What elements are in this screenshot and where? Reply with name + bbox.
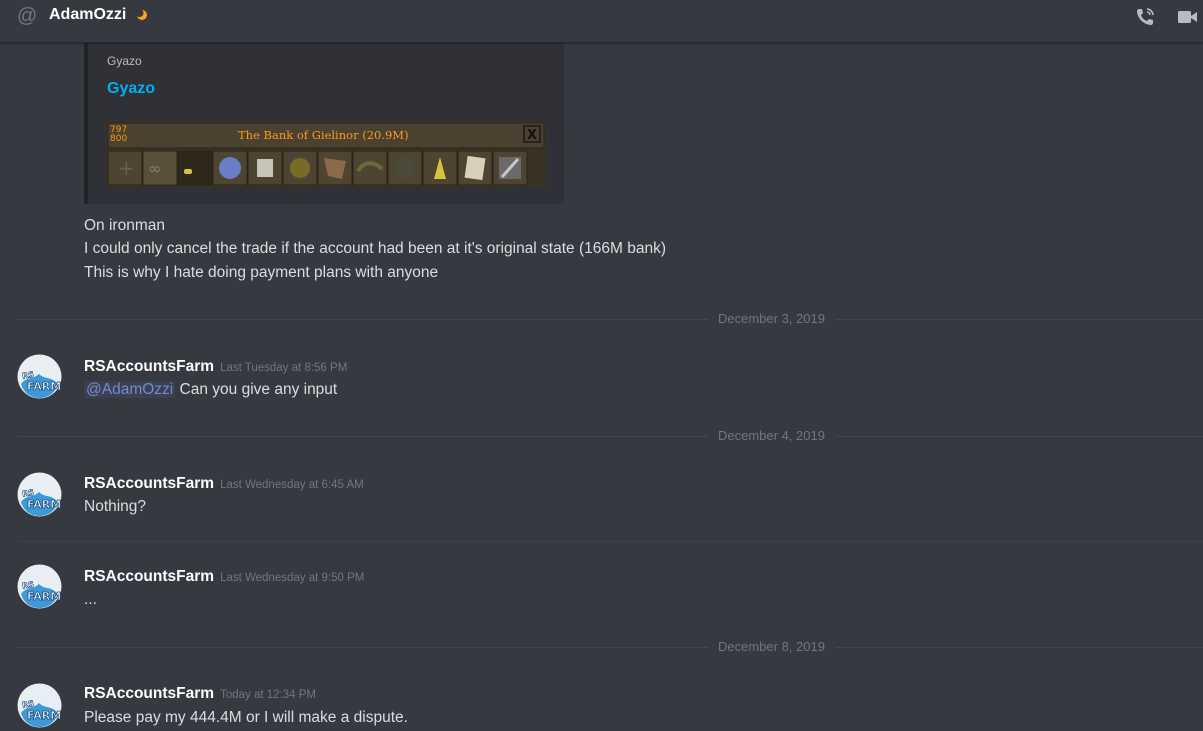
date-divider [18,319,1203,320]
bank-title: The Bank of Gielinor (20.9M) [238,128,409,142]
author-name[interactable]: RSAccountsFarm [84,568,214,585]
author-name[interactable]: RSAccountsFarm [84,475,214,492]
message-text: Please pay my 444.4M or I will make a di… [84,709,408,726]
message-timestamp: Last Tuesday at 8:56 PM [220,362,348,374]
bank-tabs: + ∞ [107,150,528,186]
moon-icon [136,9,147,20]
message-line: On ironman [84,217,165,234]
svg-text:FARM: FARM [27,590,61,603]
embed-title-link[interactable]: Gyazo [107,80,155,98]
message-header: RSAccountsFarm Last Wednesday at 6:45 AM [84,475,364,493]
date-divider-label: December 8, 2019 [708,639,835,655]
message-list: Gyazo Gyazo 797 800 The Bank of Gielinor… [0,43,1203,731]
message-timestamp: Today at 12:34 PM [220,689,316,701]
svg-text:FARM: FARM [27,498,61,511]
message-text: ... [84,591,97,608]
user-mention[interactable]: @AdamOzzi [84,381,176,398]
message-header: RSAccountsFarm Today at 12:34 PM [84,685,316,703]
date-divider-label: December 3, 2019 [708,311,835,327]
avatar[interactable]: RS FARM [17,354,62,399]
avatar[interactable]: RS FARM [17,564,62,609]
message-text: Can you give any input [179,381,338,398]
message-timestamp: Last Wednesday at 9:50 PM [220,572,365,584]
avatar[interactable]: RS FARM [17,472,62,517]
message-separator [18,541,1203,542]
message-header: RSAccountsFarm Last Tuesday at 8:56 PM [84,358,347,376]
dm-username[interactable]: AdamOzzi [49,6,126,24]
embed-provider: Gyazo [107,54,142,68]
message-header: RSAccountsFarm Last Wednesday at 9:50 PM [84,568,364,586]
svg-text:+: + [118,156,135,180]
avatar[interactable]: RS FARM [17,683,62,728]
bank-count-bottom: 800 [110,134,127,144]
embed-image[interactable]: 797 800 The Bank of Gielinor (20.9M) X +… [106,121,546,187]
bank-close: X [527,128,537,143]
channel-header: @ AdamOzzi [0,0,1203,43]
svg-text:FARM: FARM [27,380,61,393]
message-text: Nothing? [84,498,147,515]
author-name[interactable]: RSAccountsFarm [84,358,214,375]
svg-text:∞: ∞ [148,159,161,178]
message-line: I could only cancel the trade if the acc… [84,240,666,257]
link-embed: Gyazo Gyazo 797 800 The Bank of Gielinor… [84,43,564,204]
message-content: @AdamOzzi Can you give any input [84,381,337,399]
author-name[interactable]: RSAccountsFarm [84,685,214,702]
at-icon: @ [16,5,38,27]
call-icon[interactable] [1134,6,1156,28]
message-line: This is why I hate doing payment plans w… [84,264,439,281]
date-divider-label: December 4, 2019 [708,428,835,444]
video-icon[interactable] [1176,6,1198,28]
date-divider [18,436,1203,437]
date-divider [18,647,1203,648]
message-timestamp: Last Wednesday at 6:45 AM [220,479,364,491]
svg-text:FARM: FARM [27,709,61,722]
